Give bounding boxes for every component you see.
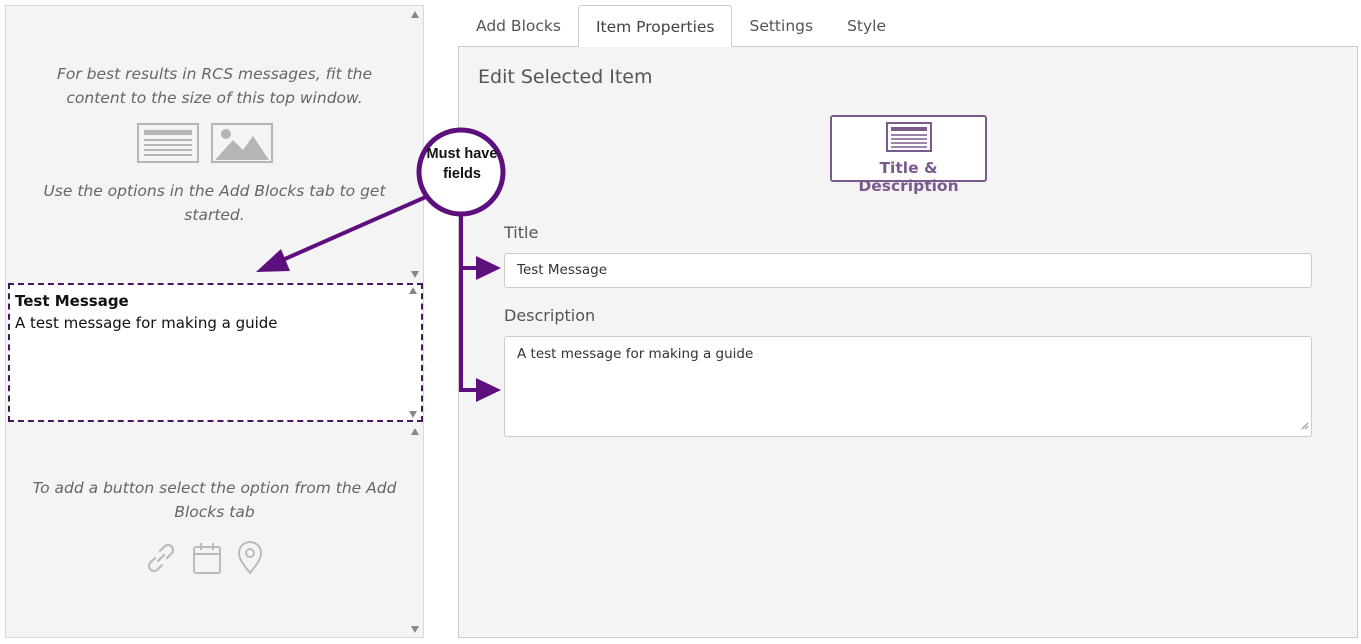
panel-heading: Edit Selected Item: [478, 66, 653, 88]
tab-style[interactable]: Style: [830, 5, 903, 47]
description-label: Description: [504, 306, 596, 325]
message-preview-panel: For best results in RCS messages, fit th…: [5, 5, 424, 638]
fit-content-hint: For best results in RCS messages, fit th…: [56, 65, 373, 107]
card-description: A test message for making a guide: [15, 314, 278, 332]
title-input[interactable]: Test Message: [504, 253, 1312, 288]
callout-text: Must have fields: [426, 146, 498, 182]
buttons-scroll-up-arrow[interactable]: [411, 428, 419, 435]
scroll-down-arrow[interactable]: [411, 271, 419, 278]
get-started-hint: Use the options in the Add Blocks tab to…: [43, 182, 386, 224]
button-placeholder-icons: [144, 541, 264, 580]
media-placeholder-icons: [137, 123, 273, 168]
editor-tabs: Add Blocks Item Properties Settings Styl…: [459, 5, 903, 47]
description-textarea[interactable]: A test message for making a guide: [504, 336, 1312, 437]
tab-add-blocks[interactable]: Add Blocks: [459, 5, 578, 47]
card-title: Test Message: [15, 292, 129, 310]
item-type-label: Title & Description: [858, 159, 959, 195]
tab-item-properties[interactable]: Item Properties: [577, 5, 733, 47]
title-description-icon: [885, 122, 932, 156]
buttons-scroll-down-arrow[interactable]: [411, 626, 419, 633]
tab-settings[interactable]: Settings: [732, 5, 830, 47]
resize-grip-icon[interactable]: [1301, 418, 1309, 434]
item-properties-panel: Edit Selected Item Title & Description T…: [458, 46, 1358, 638]
message-card[interactable]: Test Message A test message for making a…: [8, 283, 423, 422]
card-scroll-up-arrow[interactable]: [409, 287, 417, 294]
item-type-badge[interactable]: Title & Description: [830, 115, 987, 195]
location-pin-icon: [236, 541, 264, 580]
image-icon: [211, 123, 273, 168]
title-label: Title: [504, 223, 539, 242]
add-button-hint: To add a button select the option from t…: [32, 479, 397, 521]
scroll-up-arrow[interactable]: [411, 11, 419, 18]
description-value: A test message for making a guide: [517, 346, 754, 362]
card-scroll-down-arrow[interactable]: [409, 411, 417, 418]
text-block-icon: [137, 123, 199, 168]
link-icon: [144, 541, 178, 580]
calendar-icon: [192, 541, 222, 580]
